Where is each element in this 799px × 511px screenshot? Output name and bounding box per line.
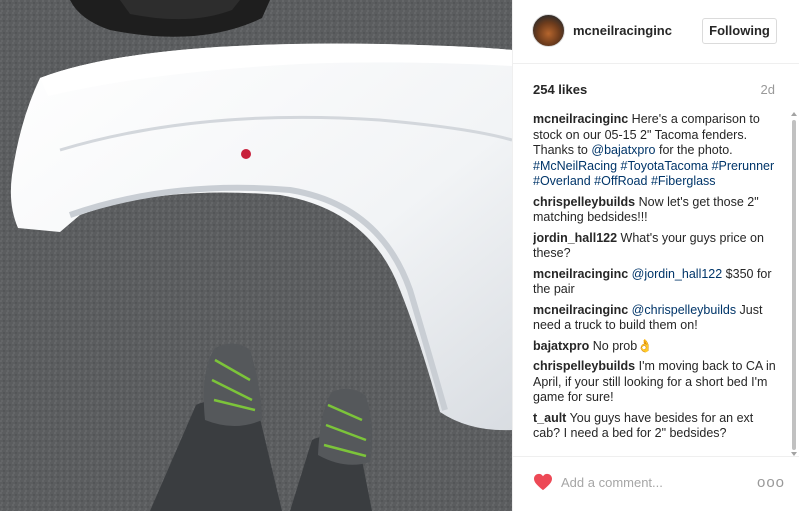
comment-footer: ooo (513, 456, 799, 511)
comment-item: bajatxpro No prob👌 (533, 339, 779, 355)
comments-list: mcneilracinginc Here's a comparison to s… (533, 112, 779, 450)
add-comment-input[interactable] (561, 471, 751, 493)
comment-item: mcneilracinginc @chrispelleybuilds Just … (533, 303, 779, 334)
comment-username[interactable]: chrispelleybuilds (533, 195, 635, 209)
hashtag-link[interactable]: #ToyotaTacoma (621, 159, 709, 173)
hashtag-link[interactable]: #Fiberglass (651, 174, 716, 188)
comment-item: chrispelleybuilds Now let's get those 2"… (533, 195, 779, 226)
comment-username[interactable]: bajatxpro (533, 339, 589, 353)
post-details-panel: mcneilracinginc Following 254 likes 2d m… (512, 0, 799, 511)
post-header: mcneilracinginc Following (513, 0, 799, 64)
comment-item: t_ault You guys have besides for an ext … (533, 411, 779, 442)
mention-link[interactable]: @chrispelleybuilds (632, 303, 736, 317)
comment-item: mcneilracinginc @jordin_hall122 $350 for… (533, 267, 779, 298)
comment-item: mcneilracinginc Here's a comparison to s… (533, 112, 779, 190)
mention-link[interactable]: @jordin_hall122 (632, 267, 723, 281)
likes-count[interactable]: 254 likes (533, 82, 587, 97)
avatar[interactable] (532, 14, 565, 47)
post-author-username[interactable]: mcneilracinginc (573, 23, 672, 38)
heart-icon[interactable] (533, 473, 553, 491)
comment-username[interactable]: mcneilracinginc (533, 303, 628, 317)
comment-text: for the photo. (655, 143, 733, 157)
post-photo[interactable] (0, 0, 512, 511)
comment-username[interactable]: mcneilracinginc (533, 112, 628, 126)
comment-username[interactable]: jordin_hall122 (533, 231, 617, 245)
scrollbar-thumb[interactable] (792, 120, 796, 450)
post-age[interactable]: 2d (761, 82, 775, 97)
comments-scrollbar[interactable] (791, 112, 797, 456)
following-button[interactable]: Following (702, 18, 777, 44)
fender-photo-illustration (0, 0, 512, 511)
hashtag-link[interactable]: #OffRoad (594, 174, 647, 188)
comment-username[interactable]: mcneilracinginc (533, 267, 628, 281)
comment-text: You guys have besides for an ext cab? I … (533, 410, 754, 441)
comment-username[interactable]: t_ault (533, 411, 566, 425)
hashtag-link[interactable]: #Overland (533, 174, 591, 188)
hashtag-link[interactable]: #McNeilRacing (533, 159, 617, 173)
more-options-icon[interactable]: ooo (757, 474, 785, 491)
scroll-up-icon[interactable] (791, 112, 797, 116)
hashtag-link[interactable]: #Prerunner (712, 159, 775, 173)
comment-username[interactable]: chrispelleybuilds (533, 359, 635, 373)
comment-item: chrispelleybuilds I'm moving back to CA … (533, 359, 779, 406)
mention-link[interactable]: @bajatxpro (591, 143, 655, 157)
comment-text: No prob👌 (589, 338, 653, 353)
comment-item: jordin_hall122 What's your guys price on… (533, 231, 779, 262)
